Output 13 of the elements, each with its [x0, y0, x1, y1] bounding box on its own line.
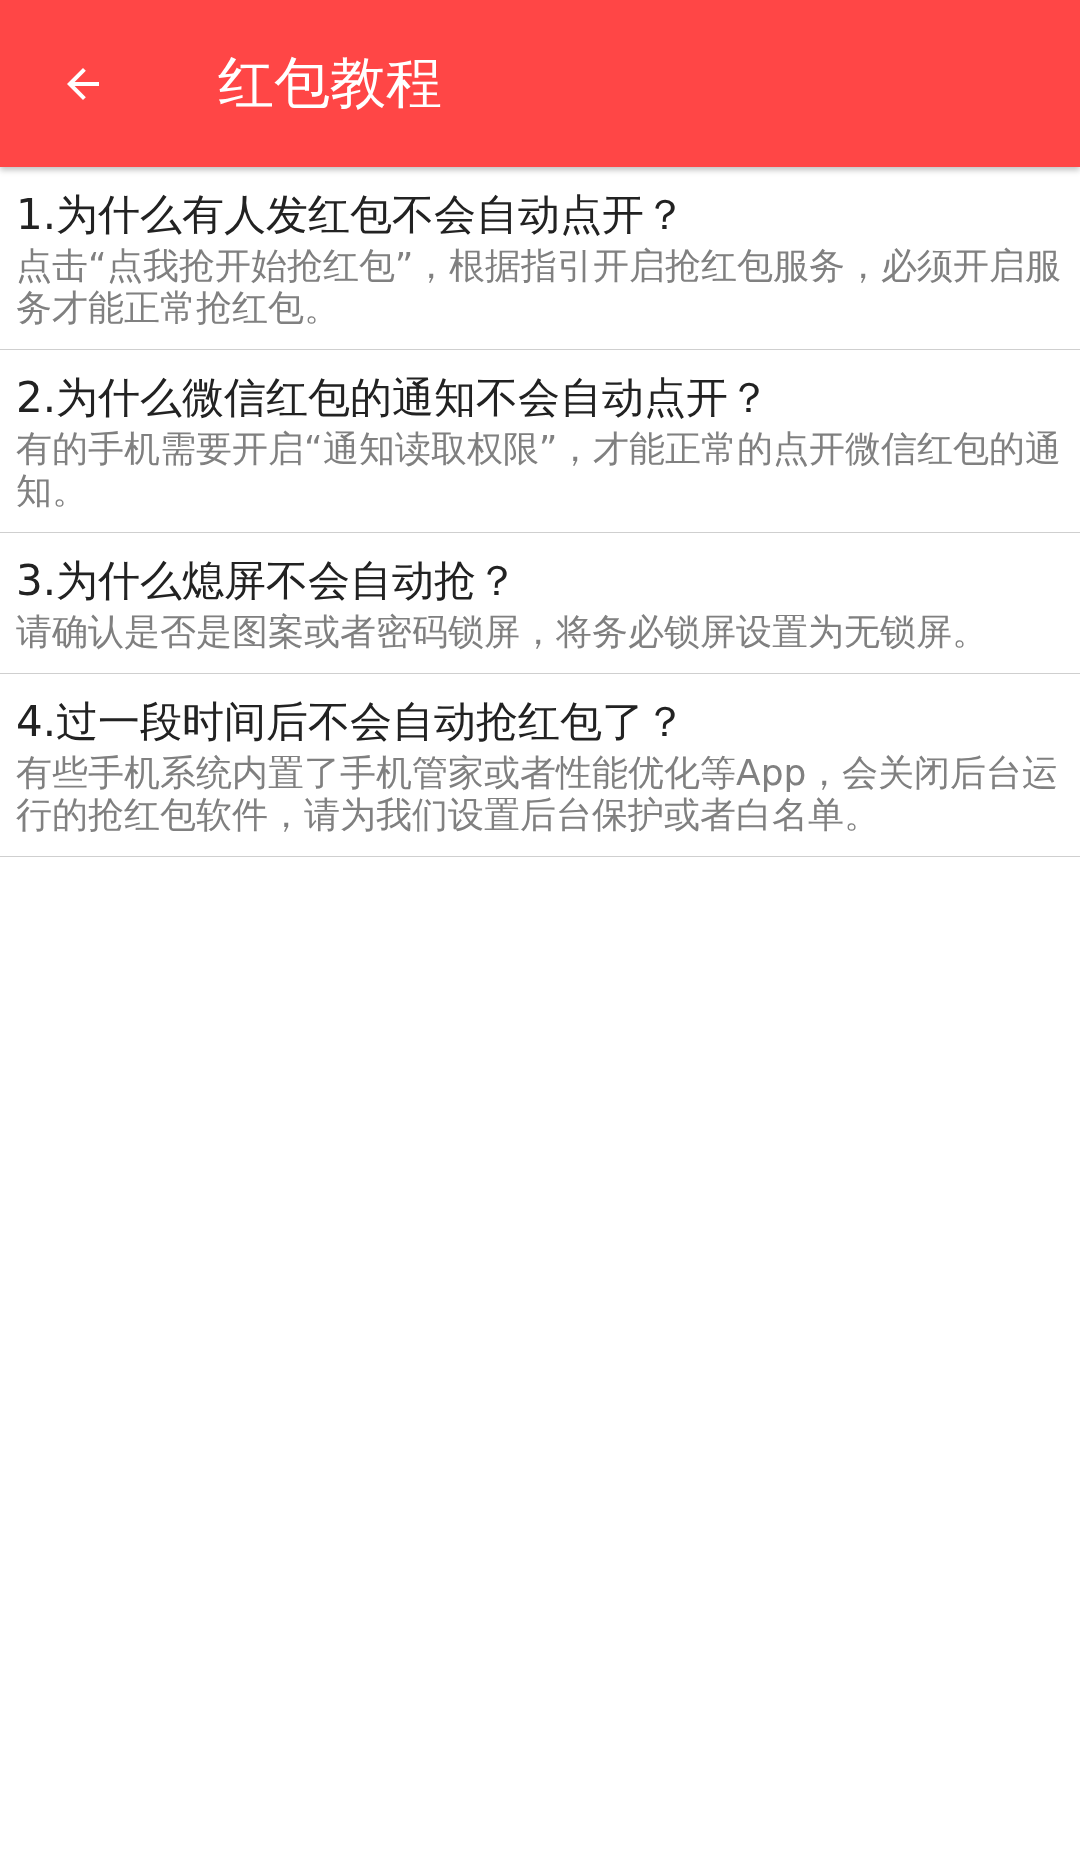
faq-question: 3.为什么熄屏不会自动抢？ — [16, 555, 520, 607]
faq-item[interactable]: 2.为什么微信红包的通知不会自动点开？ 有的手机需要开启“通知读取权限”，才能正常的点开微信红包的通知。 — [0, 350, 1080, 533]
faq-answer: 请确认是否是图案或者密码锁屏，将务必锁屏设置为无锁屏。 — [16, 611, 989, 653]
faq-item[interactable]: 4.过一段时间后不会自动抢红包了？ 有些手机系统内置了手机管家或者性能优化等App，会关闭后台运行的抢红包软件，请为我们设置后台保护或者白名单。 — [0, 674, 1080, 857]
faq-item[interactable]: 3.为什么熄屏不会自动抢？ 请确认是否是图案或者密码锁屏，将务必锁屏设置为无锁屏。 — [0, 533, 1080, 674]
faq-answer: 点击“点我抢开始抢红包”，根据指引开启抢红包服务，必须开启服务才能正常抢红包。 — [16, 245, 1063, 329]
faq-question: 1.为什么有人发红包不会自动点开？ — [16, 189, 688, 241]
faq-answer: 有的手机需要开启“通知读取权限”，才能正常的点开微信红包的通知。 — [16, 428, 1063, 512]
faq-question: 2.为什么微信红包的通知不会自动点开？ — [16, 372, 772, 424]
faq-answer: 有些手机系统内置了手机管家或者性能优化等App，会关闭后台运行的抢红包软件，请为我们设置后台保护或者白名单。 — [16, 752, 1060, 836]
faq-item[interactable]: 1.为什么有人发红包不会自动点开？ 点击“点我抢开始抢红包”，根据指引开启抢红包服务，必须开启服务才能正常抢红包。 — [0, 167, 1080, 350]
faq-question: 4.过一段时间后不会自动抢红包了？ — [16, 696, 688, 748]
screen-title: 红包教程 — [218, 48, 442, 117]
